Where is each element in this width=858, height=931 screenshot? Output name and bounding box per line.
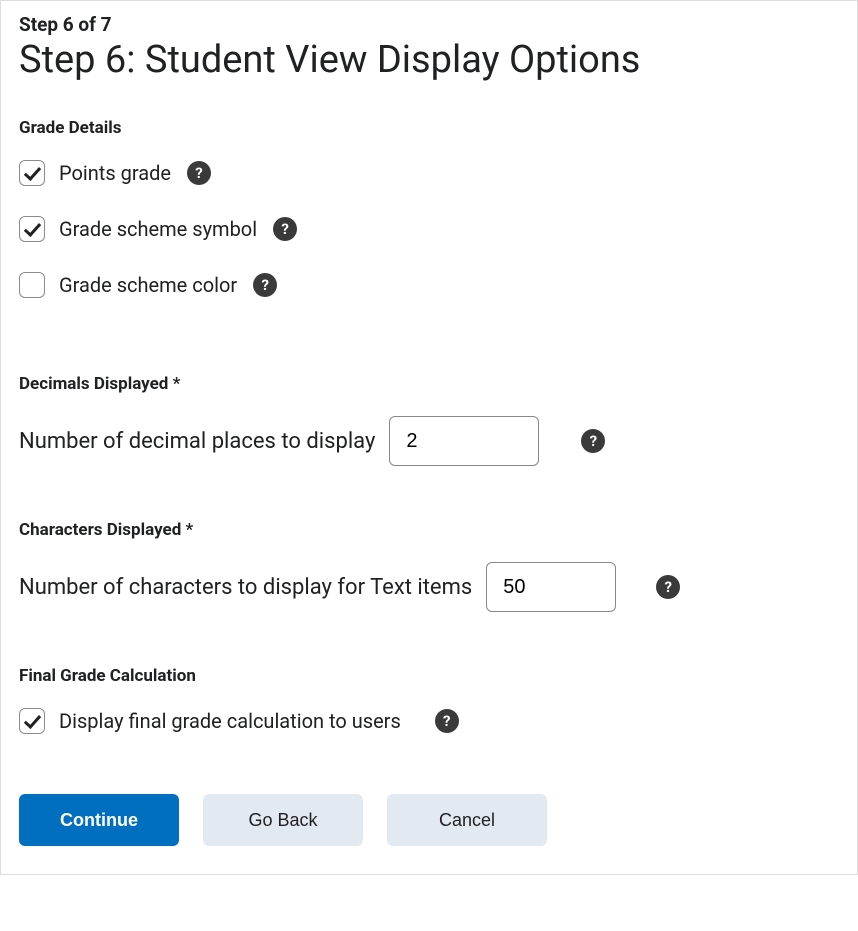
decimals-field-label: Number of decimal places to display bbox=[19, 429, 375, 454]
decimals-field-row: Number of decimal places to display ? bbox=[19, 416, 839, 466]
help-icon[interactable]: ? bbox=[187, 161, 211, 185]
final-grade-section-label: Final Grade Calculation bbox=[19, 666, 839, 686]
decimals-section-label: Decimals Displayed * bbox=[19, 374, 839, 394]
decimals-input[interactable] bbox=[389, 416, 539, 466]
step-indicator: Step 6 of 7 bbox=[19, 13, 839, 36]
wizard-panel: Step 6 of 7 Step 6: Student View Display… bbox=[0, 0, 858, 875]
final-grade-label: Display final grade calculation to users bbox=[59, 709, 401, 733]
characters-field-row: Number of characters to display for Text… bbox=[19, 562, 839, 612]
help-icon[interactable]: ? bbox=[581, 429, 605, 453]
points-grade-row: Points grade ? bbox=[19, 160, 839, 186]
characters-field-label: Number of characters to display for Text… bbox=[19, 575, 472, 600]
help-icon[interactable]: ? bbox=[253, 273, 277, 297]
characters-section-label: Characters Displayed * bbox=[19, 520, 839, 540]
help-icon[interactable]: ? bbox=[435, 709, 459, 733]
go-back-button[interactable]: Go Back bbox=[203, 794, 363, 846]
help-icon[interactable]: ? bbox=[656, 575, 680, 599]
scheme-symbol-row: Grade scheme symbol ? bbox=[19, 216, 839, 242]
scheme-color-row: Grade scheme color ? bbox=[19, 272, 839, 298]
final-grade-checkbox[interactable] bbox=[19, 708, 45, 734]
points-grade-label: Points grade bbox=[59, 161, 171, 185]
scheme-color-checkbox[interactable] bbox=[19, 272, 45, 298]
points-grade-checkbox[interactable] bbox=[19, 160, 45, 186]
scheme-symbol-checkbox[interactable] bbox=[19, 216, 45, 242]
final-grade-row: Display final grade calculation to users… bbox=[19, 708, 839, 734]
help-icon[interactable]: ? bbox=[273, 217, 297, 241]
characters-input[interactable] bbox=[486, 562, 616, 612]
continue-button[interactable]: Continue bbox=[19, 794, 179, 846]
scheme-symbol-label: Grade scheme symbol bbox=[59, 217, 257, 241]
grade-details-label: Grade Details bbox=[19, 118, 839, 138]
page-title: Step 6: Student View Display Options bbox=[19, 38, 839, 82]
button-row: Continue Go Back Cancel bbox=[19, 794, 839, 846]
scheme-color-label: Grade scheme color bbox=[59, 273, 237, 297]
cancel-button[interactable]: Cancel bbox=[387, 794, 547, 846]
